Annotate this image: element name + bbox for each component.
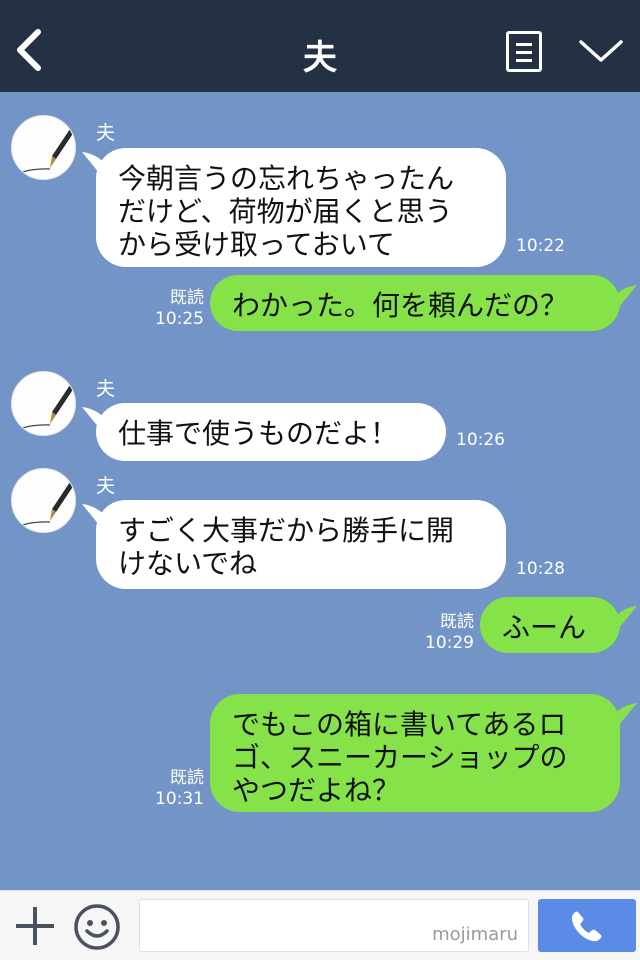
chat-title: 夫 bbox=[303, 38, 337, 78]
sender-name: 夫 bbox=[96, 122, 116, 144]
bubble-tail bbox=[607, 285, 637, 307]
message-time: 10:26 bbox=[456, 430, 505, 450]
pen-icon bbox=[15, 126, 75, 175]
phone-icon bbox=[571, 911, 602, 942]
message-bubble[interactable]: 今朝言うの忘れちゃったん だけど、荷物が届くと思う から受け取っておいて bbox=[96, 148, 506, 267]
message-bubble[interactable]: すごく大事だから勝手に開 けないでね bbox=[96, 500, 506, 589]
read-label: 既読 bbox=[440, 612, 474, 632]
message-time: 10:31 bbox=[155, 789, 204, 809]
pen-icon bbox=[15, 479, 75, 528]
sender-name: 夫 bbox=[96, 378, 116, 400]
message-time: 10:25 bbox=[155, 309, 204, 329]
emoji-icon[interactable] bbox=[73, 903, 121, 951]
menu-icon[interactable] bbox=[506, 31, 542, 72]
read-receipt: 既読 10:29 bbox=[424, 612, 474, 654]
read-receipt: 既読 10:31 bbox=[154, 768, 204, 810]
chevron-down-icon[interactable] bbox=[578, 36, 624, 66]
message-input[interactable]: mojimaru bbox=[139, 899, 529, 952]
avatar[interactable] bbox=[11, 115, 76, 180]
message-time: 10:22 bbox=[516, 236, 565, 256]
bubble-tail bbox=[607, 606, 637, 628]
read-label: 既読 bbox=[170, 768, 204, 788]
sender-name: 夫 bbox=[96, 475, 116, 497]
watermark: mojimaru bbox=[432, 924, 518, 945]
pen-icon bbox=[15, 382, 75, 431]
call-button[interactable] bbox=[538, 899, 636, 952]
read-label: 既読 bbox=[170, 288, 204, 308]
read-receipt: 既読 10:25 bbox=[154, 288, 204, 330]
chat-header: 夫 bbox=[0, 0, 640, 92]
message-time: 10:29 bbox=[425, 633, 474, 653]
avatar[interactable] bbox=[11, 468, 76, 533]
input-bar: mojimaru bbox=[0, 890, 640, 960]
message-time: 10:28 bbox=[516, 559, 565, 579]
chat-area[interactable]: 夫 今朝言うの忘れちゃったん だけど、荷物が届くと思う から受け取っておいて 1… bbox=[0, 92, 640, 890]
avatar[interactable] bbox=[11, 371, 76, 436]
message-bubble[interactable]: でもこの箱に書いてあるロ ゴ、スニーカーショップの やつだよね？ bbox=[210, 694, 620, 812]
message-bubble[interactable]: ふーん bbox=[480, 597, 620, 653]
message-bubble[interactable]: わかった。何を頼んだの？ bbox=[210, 275, 620, 331]
message-bubble[interactable]: 仕事で使うものだよ！ bbox=[96, 403, 446, 461]
plus-icon[interactable] bbox=[14, 905, 56, 947]
bubble-tail bbox=[607, 703, 637, 725]
